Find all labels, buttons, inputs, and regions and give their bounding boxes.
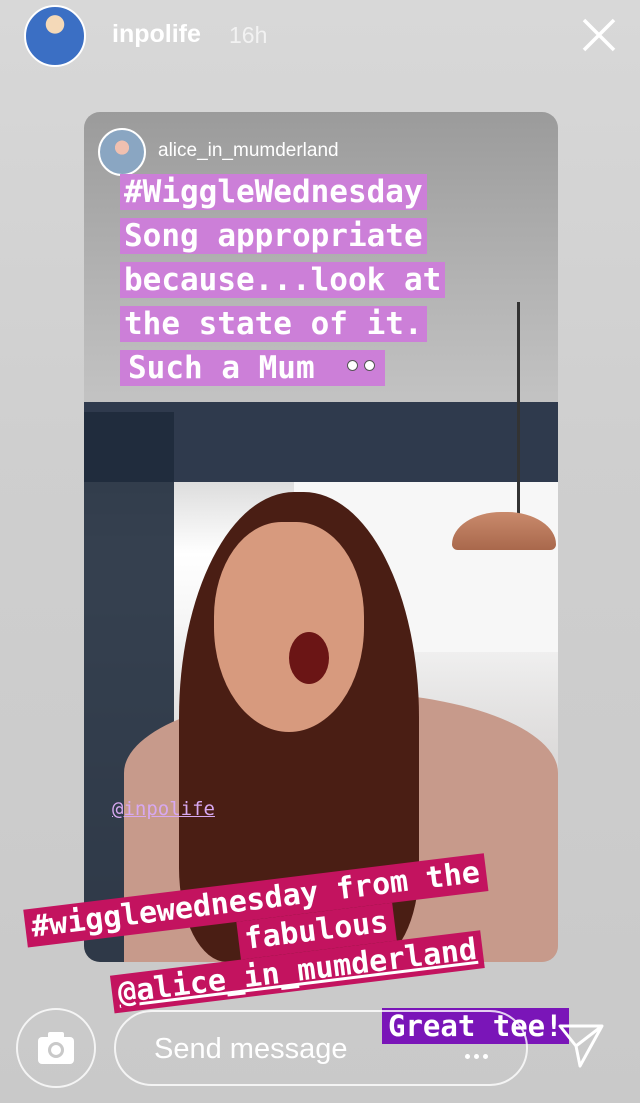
lamp-cord <box>517 302 520 522</box>
caption-line: #WiggleWednesday <box>120 174 427 210</box>
story-timestamp: 16h <box>229 22 268 48</box>
send-icon[interactable] <box>556 1020 606 1070</box>
person-mouth <box>289 632 329 684</box>
send-message-input[interactable] <box>152 1028 446 1070</box>
mention-watermark[interactable]: @inpolife <box>112 798 215 820</box>
send-message-field[interactable] <box>114 1010 528 1086</box>
shared-from-avatar[interactable] <box>98 128 146 176</box>
camera-icon[interactable] <box>16 1008 96 1088</box>
eye-roll-emoji <box>341 352 382 384</box>
person-face <box>214 522 364 732</box>
caption-line: Song appropriate <box>120 218 427 254</box>
close-icon[interactable] <box>578 14 620 56</box>
avatar[interactable] <box>24 5 86 67</box>
caption-line: the state of it. <box>120 306 427 342</box>
story-header: inpolife 16h <box>0 0 640 80</box>
story-caption: #WiggleWednesday Song appropriate becaus… <box>120 170 446 390</box>
caption-line: because...look at <box>120 262 446 298</box>
story-username[interactable]: inpolife <box>112 20 201 49</box>
shared-from-username[interactable]: alice_in_mumderland <box>158 140 339 162</box>
caption-line: Such a Mum <box>124 350 319 386</box>
more-dots-icon[interactable] <box>463 1046 490 1064</box>
